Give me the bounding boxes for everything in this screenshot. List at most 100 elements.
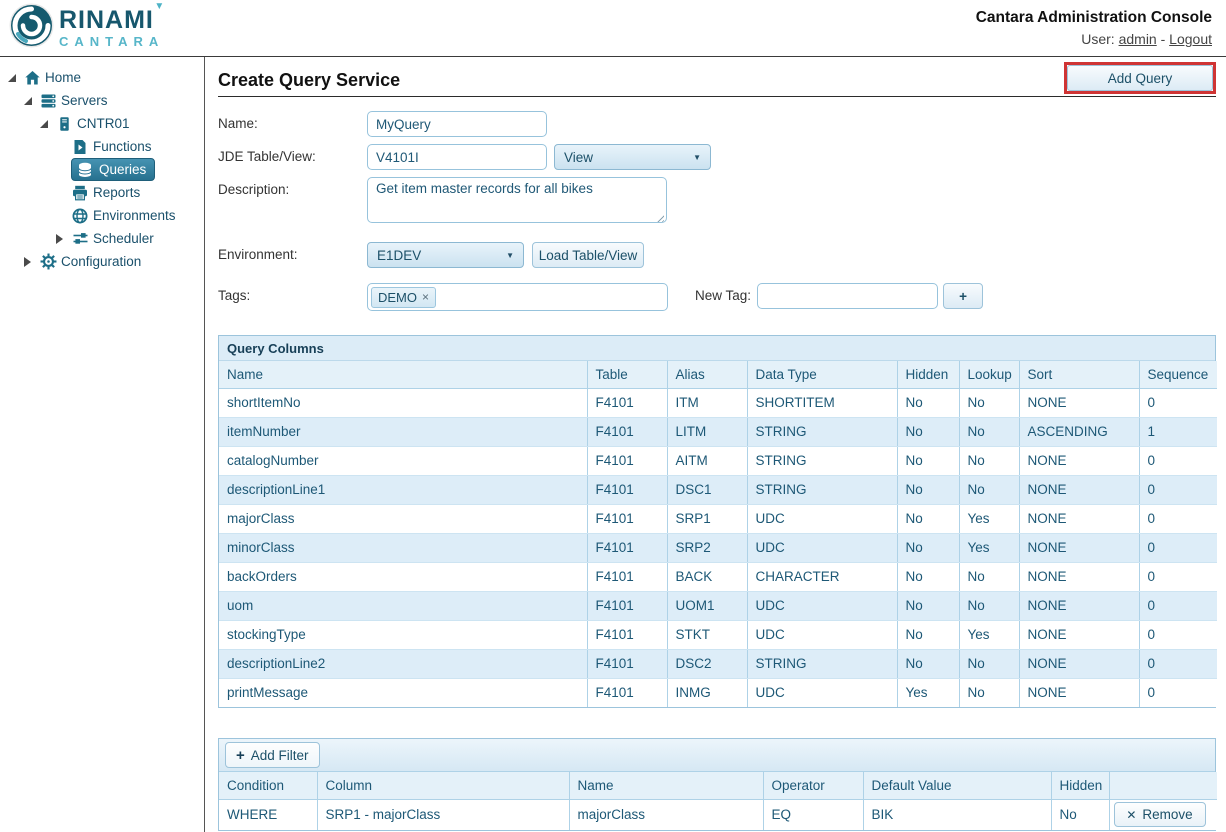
table-row[interactable]: descriptionLine1 F4101 DSC1 STRING No No NONE 0 [219, 475, 1217, 505]
table-row[interactable]: catalogNumber F4101 AITM STRING No No NONE 0 [219, 446, 1217, 476]
sidebar-item-environments[interactable]: Environments [0, 204, 204, 227]
table-cell: No [897, 417, 960, 447]
table-cell: itemNumber [219, 417, 588, 447]
remove-label: Remove [1142, 807, 1193, 823]
table-cell: CHARACTER [747, 562, 898, 592]
table-cell: 0 [1139, 678, 1217, 707]
table-header-row: Name Table Alias Data Type Hidden Lookup… [219, 361, 1217, 389]
sidebar-item-label: Environments [93, 208, 176, 223]
filter-row[interactable]: WHERE SRP1 - majorClass majorClass EQ BI… [219, 799, 1217, 830]
column-header[interactable] [1109, 772, 1217, 800]
table-cell: NONE [1019, 678, 1140, 707]
remove-tag-icon[interactable]: × [422, 290, 429, 304]
column-header[interactable]: Table [587, 361, 668, 389]
column-header[interactable]: Hidden [897, 361, 960, 389]
table-cell: Yes [897, 678, 960, 707]
sidebar-item-servers[interactable]: Servers [0, 89, 204, 112]
description-textarea[interactable]: Get item master records for all bikes [367, 177, 667, 223]
sidebar-item-functions[interactable]: Functions [0, 135, 204, 158]
tree-collapsed-icon[interactable] [56, 233, 63, 244]
table-row[interactable]: printMessage F4101 INMG UDC Yes No NONE 0 [219, 678, 1217, 707]
column-header[interactable]: Condition [219, 772, 318, 800]
tree-collapsed-icon[interactable] [24, 256, 31, 267]
table-type-dropdown[interactable]: View ▼ [554, 144, 711, 170]
table-cell: F4101 [587, 620, 668, 650]
filter-column-cell: SRP1 - majorClass [317, 799, 570, 830]
sidebar-item-label: Functions [93, 139, 152, 154]
table-cell: stockingType [219, 620, 588, 650]
table-row[interactable]: backOrders F4101 BACK CHARACTER No No NONE 0 [219, 562, 1217, 592]
table-cell: SRP2 [667, 533, 748, 563]
column-header[interactable]: Data Type [747, 361, 898, 389]
tree-expanded-icon[interactable] [8, 73, 16, 82]
database-icon [76, 161, 94, 178]
column-header[interactable]: Alias [667, 361, 748, 389]
environment-dropdown[interactable]: E1DEV ▼ [367, 242, 524, 268]
table-cell: No [897, 504, 960, 534]
table-cell: UDC [747, 504, 898, 534]
sidebar-item-queries[interactable]: Queries [0, 158, 204, 181]
table-row[interactable]: uom F4101 UOM1 UDC No No NONE 0 [219, 591, 1217, 621]
table-row[interactable]: stockingType F4101 STKT UDC No Yes NONE 0 [219, 620, 1217, 650]
column-header[interactable]: Lookup [959, 361, 1020, 389]
sidebar-item-scheduler[interactable]: Scheduler [0, 227, 204, 250]
column-header[interactable]: Operator [763, 772, 864, 800]
jde-table-view-input[interactable] [367, 144, 547, 170]
table-cell: NONE [1019, 620, 1140, 650]
table-row[interactable]: majorClass F4101 SRP1 UDC No Yes NONE 0 [219, 504, 1217, 534]
table-cell: No [959, 678, 1020, 707]
sidebar-item-home[interactable]: Home [0, 66, 204, 89]
table-cell: STKT [667, 620, 748, 650]
remove-filter-button[interactable]: ✕ Remove [1113, 802, 1206, 828]
table-cell: NONE [1019, 591, 1140, 621]
add-filter-button[interactable]: + Add Filter [225, 742, 320, 768]
column-header[interactable]: Column [317, 772, 570, 800]
table-row[interactable]: minorClass F4101 SRP2 UDC No Yes NONE 0 [219, 533, 1217, 563]
sidebar-item-reports[interactable]: Reports [0, 181, 204, 204]
logout-link[interactable]: Logout [1169, 31, 1212, 47]
tags-input[interactable]: DEMO × [367, 283, 668, 311]
table-cell: NONE [1019, 562, 1140, 592]
page-title: Create Query Service [218, 70, 401, 90]
table-cell: descriptionLine1 [219, 475, 588, 505]
column-header[interactable]: Hidden [1051, 772, 1110, 800]
table-cell: STRING [747, 475, 898, 505]
table-row[interactable]: itemNumber F4101 LITM STRING No No ASCENDING 1 [219, 417, 1217, 447]
sidebar-item-cntr01[interactable]: CNTR01 [0, 112, 204, 135]
table-cell: No [897, 533, 960, 563]
table-cell: UOM1 [667, 591, 748, 621]
home-icon [23, 69, 41, 86]
table-cell: F4101 [587, 591, 668, 621]
add-tag-button[interactable]: + [943, 283, 984, 309]
tree-expanded-icon[interactable] [24, 96, 32, 105]
logo-caret-icon: ▼ [154, 1, 166, 12]
table-cell: F4101 [587, 475, 668, 505]
table-cell: NONE [1019, 649, 1140, 679]
column-header[interactable]: Default Value [863, 772, 1052, 800]
table-cell: catalogNumber [219, 446, 588, 476]
table-cell: ITM [667, 388, 748, 418]
user-name-link[interactable]: admin [1119, 31, 1157, 47]
column-header[interactable]: Sequence [1139, 361, 1217, 389]
tree-expanded-icon[interactable] [40, 119, 48, 128]
rinami-logo: RINAMI ▼ CANTARA [8, 2, 164, 54]
column-header[interactable]: Name [219, 361, 588, 389]
sidebar-item-configuration[interactable]: Configuration [0, 250, 204, 273]
new-tag-label: New Tag: [695, 288, 752, 303]
plus-icon: + [236, 746, 245, 764]
table-row[interactable]: descriptionLine2 F4101 DSC2 STRING No No NONE 0 [219, 649, 1217, 679]
column-header[interactable]: Name [569, 772, 764, 800]
table-row[interactable]: shortItemNo F4101 ITM SHORTITEM No No NONE 0 [219, 388, 1217, 418]
column-header[interactable]: Sort [1019, 361, 1140, 389]
table-cell: STRING [747, 446, 898, 476]
add-query-button[interactable]: Add Query [1067, 65, 1213, 91]
table-cell: Yes [959, 504, 1020, 534]
new-tag-input[interactable] [757, 283, 939, 309]
table-cell: AITM [667, 446, 748, 476]
name-input[interactable] [367, 111, 547, 137]
sidebar-item-label: Scheduler [93, 231, 154, 246]
load-table-view-button[interactable]: Load Table/View [532, 242, 644, 268]
table-cell: No [897, 562, 960, 592]
filter-hidden-cell: No [1051, 799, 1110, 830]
sidebar-item-label: CNTR01 [77, 116, 130, 131]
